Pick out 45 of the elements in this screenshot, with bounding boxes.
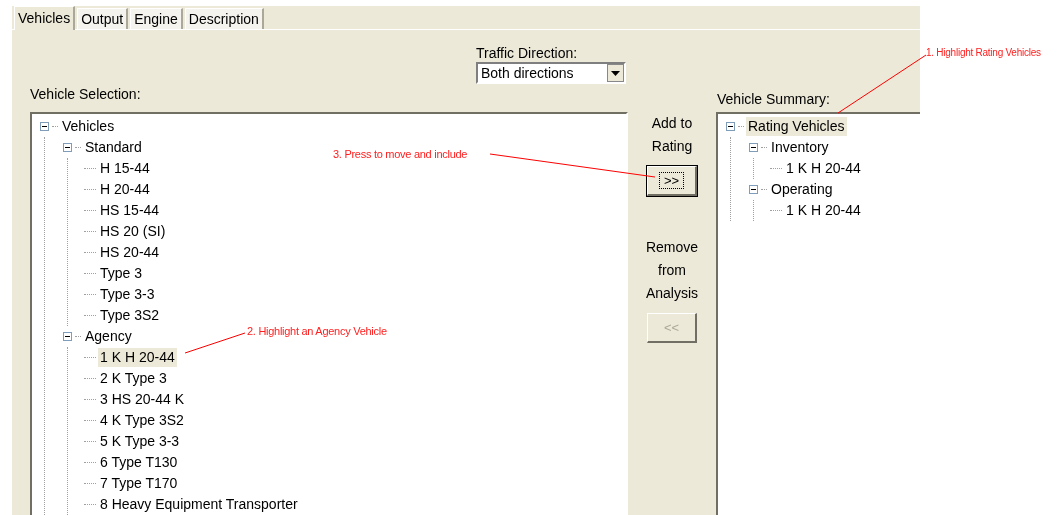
tree-item[interactable]: Rating Vehicles	[746, 117, 847, 136]
tree-item[interactable]: 8 Heavy Equipment Transporter	[98, 495, 300, 514]
leader-line	[184, 332, 246, 354]
tree-item[interactable]: Type 3	[98, 264, 145, 283]
tree-item[interactable]: Vehicles	[60, 117, 117, 136]
collapse-icon[interactable]	[749, 143, 758, 152]
tree-item[interactable]: 1 K H 20-44	[98, 348, 177, 367]
tree-item[interactable]: H 15-44	[98, 159, 152, 178]
tree-item[interactable]: Agency	[83, 327, 134, 346]
tab[interactable]: Output	[77, 8, 129, 29]
tree-item[interactable]: HS 15-44	[98, 201, 162, 220]
tree-item[interactable]: Standard	[83, 138, 144, 157]
tab[interactable]: Engine	[130, 8, 183, 29]
tree-item[interactable]: 6 Type T130	[98, 453, 180, 472]
button-caption: Remove from Analysis	[644, 238, 700, 303]
tree-item[interactable]: 2 K Type 3	[98, 369, 169, 388]
tree-item[interactable]: 7 Type T170	[98, 474, 180, 493]
button-caption: Add to Rating	[650, 114, 694, 156]
tab[interactable]: Description	[184, 8, 264, 29]
tree-item[interactable]: Operating	[769, 180, 835, 199]
field-label: Traffic Direction:	[476, 44, 579, 62]
tree-item[interactable]: HS 20-44	[98, 243, 162, 262]
tree-item[interactable]: 4 K Type 3S2	[98, 411, 186, 430]
annotation: 2. Highlight an Agency Vehicle	[247, 324, 387, 339]
tree-item[interactable]: H 20-44	[98, 180, 152, 199]
annotation: 3. Press to move and include	[333, 147, 468, 162]
collapse-icon[interactable]	[40, 122, 49, 131]
tree-item[interactable]: Type 3-3	[98, 285, 157, 304]
tree-item[interactable]: HS 20 (SI)	[98, 222, 168, 241]
traffic-direction-dropdown[interactable]: Both directions	[476, 62, 626, 84]
collapse-icon[interactable]	[63, 143, 72, 152]
tree-item[interactable]: 1 K H 20-44	[784, 201, 863, 220]
tab[interactable]: Vehicles	[14, 6, 76, 30]
tree-item[interactable]: Type 3S2	[98, 306, 162, 325]
add-button[interactable]: >>	[647, 166, 697, 196]
tree-item[interactable]: 1 K H 20-44	[784, 159, 863, 178]
section-label: Vehicle Summary:	[716, 90, 831, 108]
collapse-icon[interactable]	[63, 332, 72, 341]
collapse-icon[interactable]	[726, 122, 735, 131]
tree-item[interactable]: 3 HS 20-44 K	[98, 390, 187, 409]
tree-item[interactable]: 5 K Type 3-3	[98, 432, 182, 451]
collapse-icon[interactable]	[749, 185, 758, 194]
tree-item[interactable]: Inventory	[769, 138, 831, 157]
annotation: 1. Highlight Rating Vehicles	[926, 46, 1041, 60]
section-label: Vehicle Selection:	[30, 85, 142, 103]
